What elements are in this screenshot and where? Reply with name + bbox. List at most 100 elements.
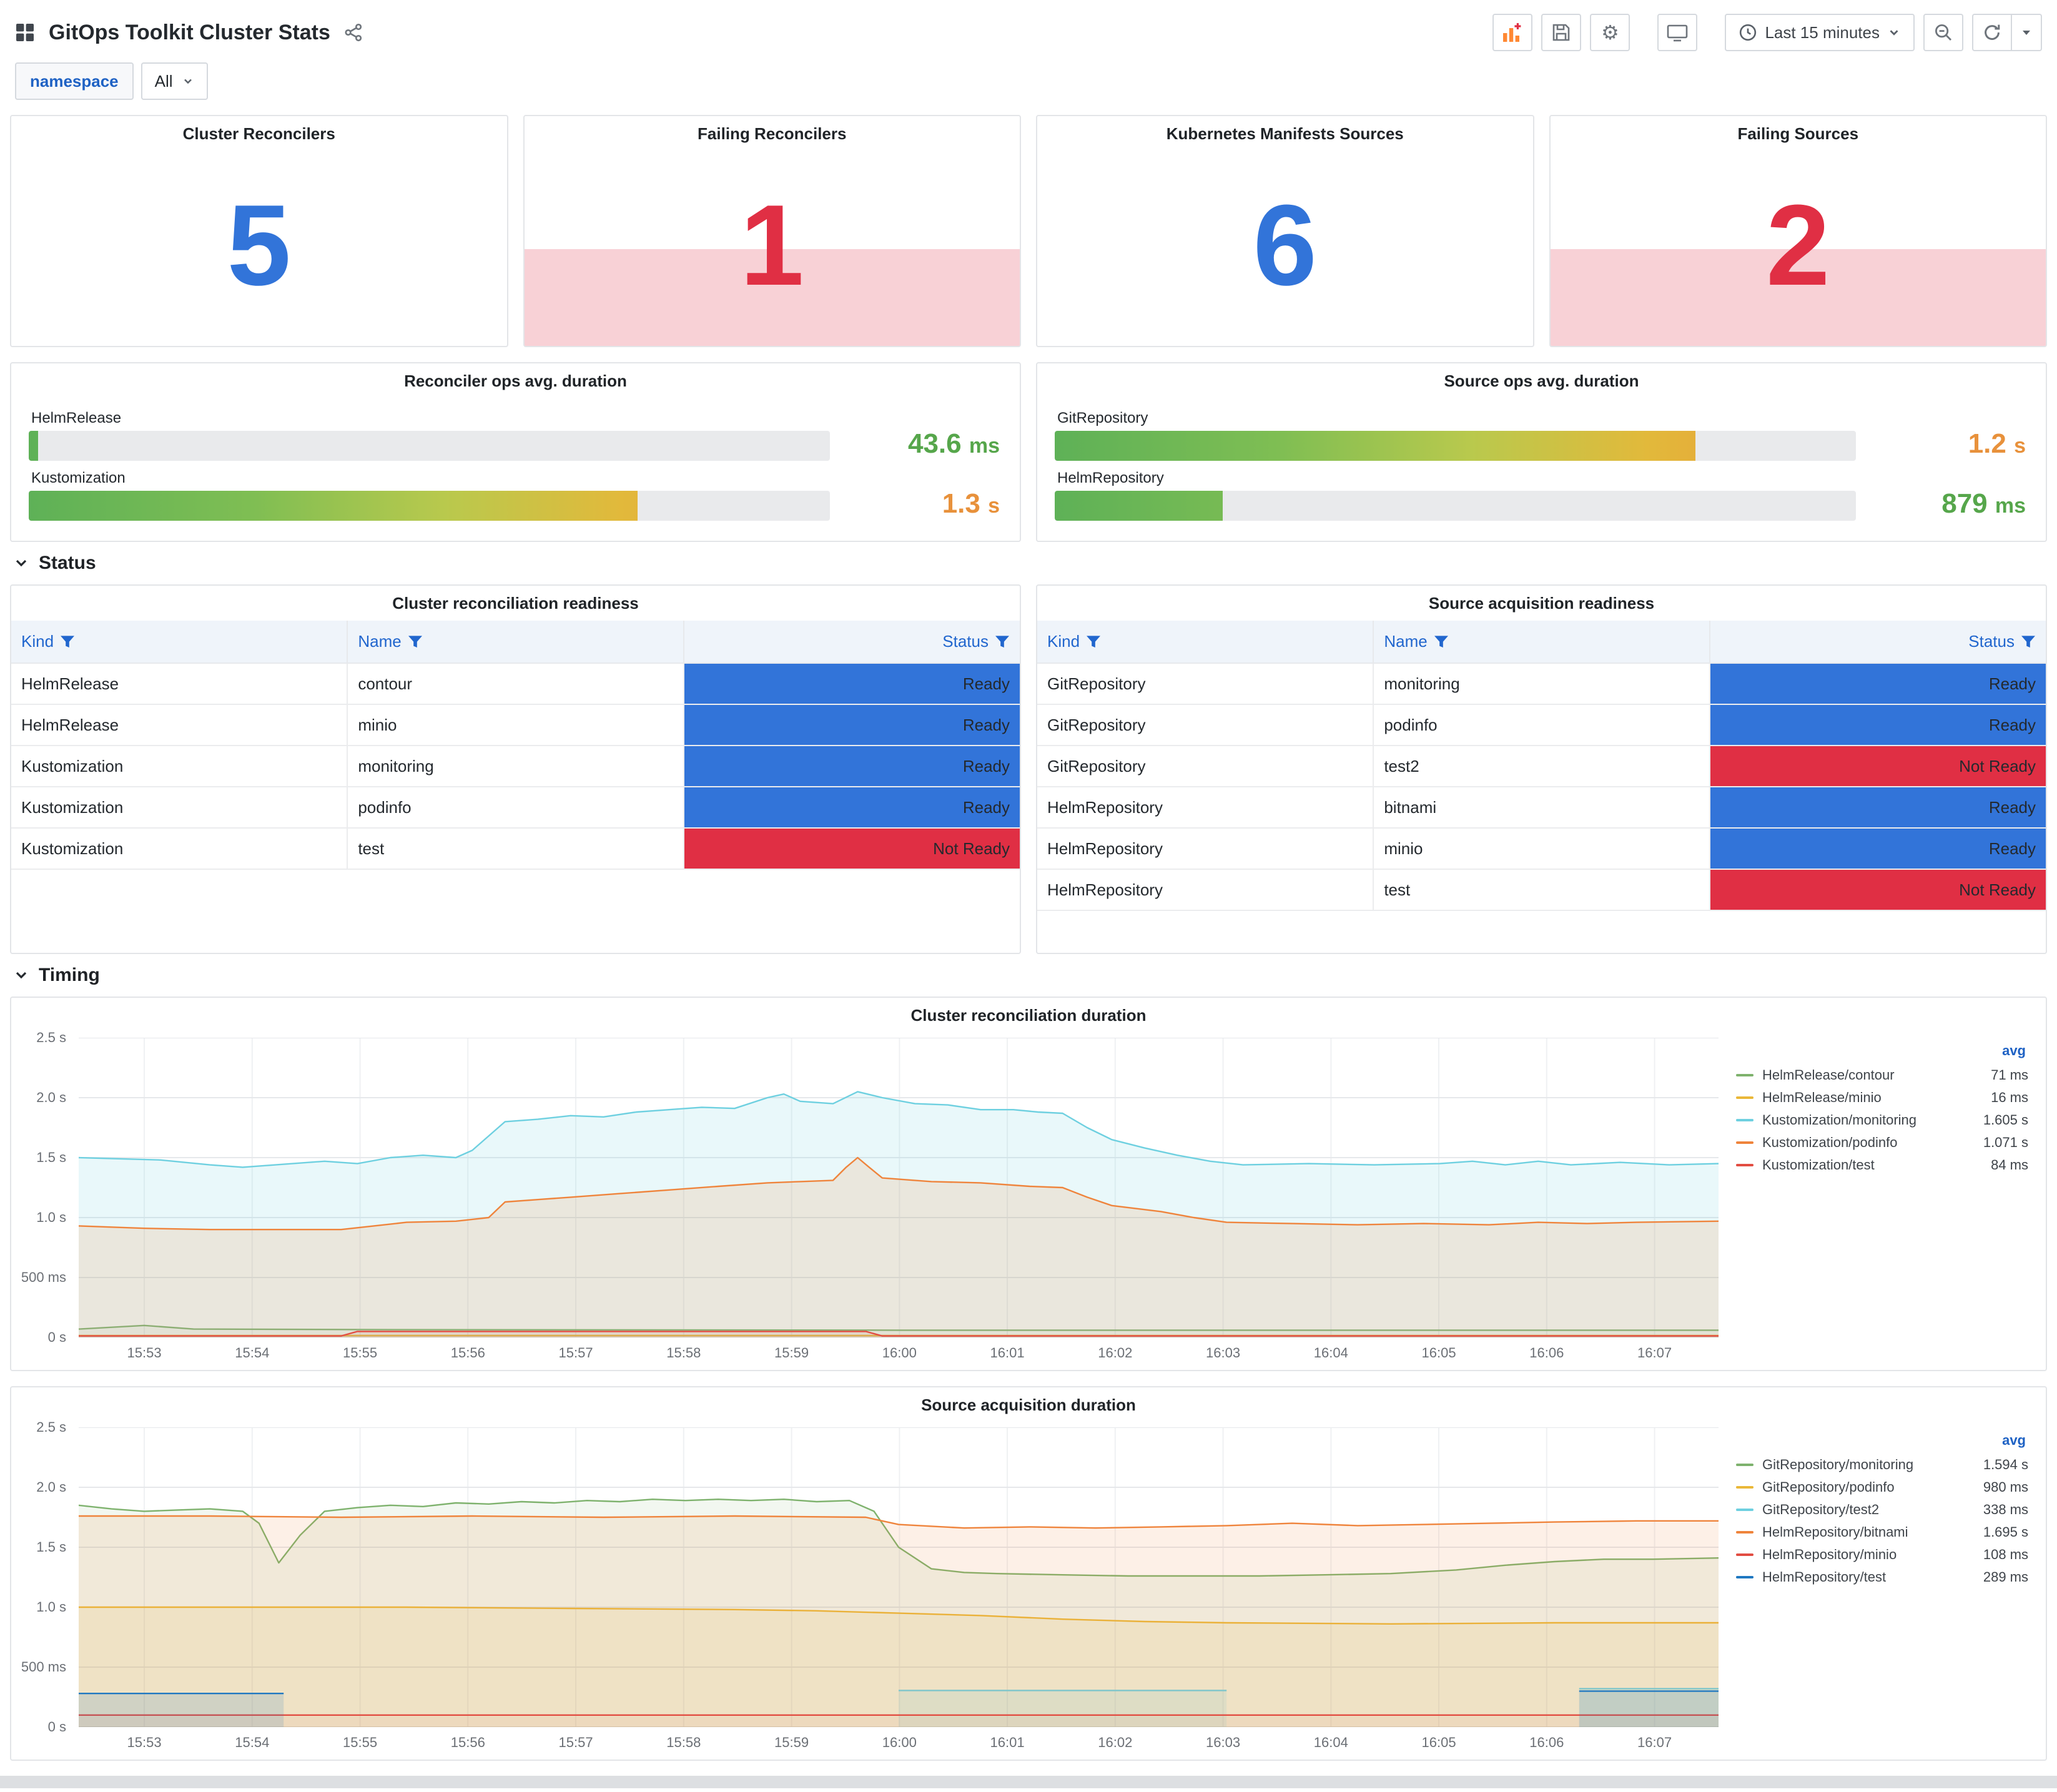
legend-series-swatch [1736, 1576, 1754, 1578]
legend-avg-header[interactable]: avg [1736, 1430, 2028, 1454]
chevron-down-icon [16, 559, 27, 567]
filter-icon[interactable] [60, 634, 75, 649]
x-tick-label: 15:56 [450, 1345, 485, 1361]
cell-status: Not Ready [683, 827, 1020, 870]
panel-title[interactable]: Cluster reconciliation readiness [11, 586, 1020, 621]
panel-title[interactable]: Kubernetes Manifests Sources [1037, 116, 1533, 151]
column-header-kind[interactable]: Kind [1037, 621, 1374, 664]
legend-item[interactable]: Kustomization/monitoring 1.605 s [1736, 1109, 2028, 1131]
column-header-kind[interactable]: Kind [11, 621, 348, 664]
legend-item[interactable]: HelmRelease/minio 16 ms [1736, 1086, 2028, 1109]
y-tick-label: 1.0 s [36, 1599, 66, 1615]
legend-series-avg: 980 ms [1983, 1479, 2028, 1495]
cell-status: Ready [683, 745, 1020, 787]
x-tick-label: 15:54 [235, 1735, 270, 1750]
legend-series-avg: 338 ms [1983, 1502, 2028, 1517]
variable-value-dropdown[interactable]: All [141, 62, 208, 100]
legend-series-swatch [1736, 1096, 1754, 1099]
filter-icon[interactable] [1434, 634, 1449, 649]
column-header-status[interactable]: Status [683, 621, 1020, 664]
grafana-dashboard: GitOps Toolkit Cluster Stats ⚙ Last 15 m… [0, 0, 2057, 1788]
legend-item[interactable]: HelmRepository/minio 108 ms [1736, 1543, 2028, 1566]
table-row: HelmRelease contour Ready [11, 662, 1020, 705]
panel-title[interactable]: Cluster Reconcilers [11, 116, 507, 151]
filter-icon[interactable] [408, 634, 423, 649]
panel-title[interactable]: Failing Sources [1551, 116, 2046, 151]
time-range-picker[interactable]: Last 15 minutes [1725, 14, 1915, 51]
table-row: HelmRepository minio Ready [1037, 827, 2046, 870]
gauge-fill [1055, 431, 1696, 461]
legend-series-avg: 1.071 s [1983, 1135, 2028, 1150]
legend-series-name: HelmRepository/bitnami [1762, 1524, 1908, 1540]
legend-item[interactable]: Kustomization/podinfo 1.071 s [1736, 1131, 2028, 1154]
timeseries-svg [79, 1038, 1719, 1337]
zoom-out-time-button[interactable] [1923, 14, 1963, 51]
x-tick-label: 16:02 [1098, 1735, 1133, 1750]
filter-icon[interactable] [2021, 634, 2036, 649]
legend-item[interactable]: HelmRepository/test 289 ms [1736, 1566, 2028, 1588]
share-icon[interactable] [344, 23, 363, 42]
apps-grid-icon[interactable] [15, 22, 35, 42]
chevron-down-icon [1890, 30, 1898, 36]
section-header-status[interactable]: Status [10, 542, 2047, 584]
filter-icon[interactable] [995, 634, 1010, 649]
section-header-timing[interactable]: Timing [10, 954, 2047, 997]
refresh-icon [1985, 24, 2000, 40]
panel-title[interactable]: Source acquisition readiness [1037, 586, 2046, 621]
y-tick-label: 1.5 s [36, 1150, 66, 1165]
panel-title[interactable]: Source ops avg. duration [1037, 363, 2046, 398]
gauge-body: GitRepository 1.2 s HelmRepository 879 ms [1037, 398, 2046, 533]
chevron-down-icon [16, 972, 27, 979]
section-label: Timing [39, 965, 100, 985]
y-tick-label: 0 s [47, 1329, 66, 1345]
cell-kind: HelmRelease [11, 704, 348, 746]
legend-item[interactable]: Kustomization/test 84 ms [1736, 1154, 2028, 1176]
cell-kind: Kustomization [11, 827, 348, 870]
x-tick-label: 16:01 [990, 1345, 1025, 1361]
refresh-interval-dropdown[interactable] [2012, 14, 2042, 51]
column-header-name[interactable]: Name [1373, 621, 1710, 664]
legend-series-name: GitRepository/monitoring [1762, 1457, 1914, 1472]
legend-item[interactable]: GitRepository/test2 338 ms [1736, 1499, 2028, 1521]
y-tick-label: 0 s [47, 1719, 66, 1735]
panel-title[interactable]: Failing Reconcilers [525, 116, 1020, 151]
x-tick-label: 15:53 [127, 1345, 162, 1361]
cell-name: minio [1373, 827, 1710, 870]
cell-kind: HelmRelease [11, 662, 348, 705]
legend-series-name: HelmRepository/test [1762, 1569, 1887, 1585]
search-minus-icon [1935, 24, 1951, 41]
filter-icon[interactable] [1086, 634, 1101, 649]
panel-title[interactable]: Source acquisition duration [11, 1387, 2046, 1422]
y-tick-label: 500 ms [21, 1659, 66, 1675]
cell-name: monitoring [347, 745, 684, 787]
cell-status: Ready [683, 704, 1020, 746]
add-panel-button[interactable] [1492, 14, 1533, 51]
gauge-track [29, 491, 830, 521]
refresh-button[interactable] [1972, 14, 2012, 51]
save-dashboard-button[interactable] [1541, 14, 1582, 51]
cell-name: contour [347, 662, 684, 705]
cell-status: Ready [1709, 704, 2046, 746]
x-tick-label: 16:03 [1206, 1735, 1241, 1750]
legend-avg-header[interactable]: avg [1736, 1040, 2028, 1064]
tv-kiosk-button[interactable] [1657, 14, 1698, 51]
legend-series-name: Kustomization/test [1762, 1157, 1875, 1173]
y-tick-label: 2.0 s [36, 1479, 66, 1495]
legend-item[interactable]: GitRepository/monitoring 1.594 s [1736, 1454, 2028, 1476]
legend-item[interactable]: HelmRelease/contour 71 ms [1736, 1064, 2028, 1086]
plot-area[interactable] [79, 1038, 1719, 1337]
legend-item[interactable]: GitRepository/podinfo 980 ms [1736, 1476, 2028, 1499]
dashboard-title: GitOps Toolkit Cluster Stats [49, 20, 330, 44]
stat-panel-cluster-reconcilers: Cluster Reconcilers 5 [10, 115, 508, 347]
panel-title[interactable]: Cluster reconciliation duration [11, 998, 2046, 1033]
dashboard-settings-button[interactable]: ⚙ [1590, 14, 1630, 51]
column-header-name[interactable]: Name [347, 621, 684, 664]
legend-series-swatch [1736, 1164, 1754, 1166]
gauge-value: 1.3 s [942, 488, 1000, 519]
gauge-fill [29, 431, 39, 461]
plot-area[interactable] [79, 1427, 1719, 1727]
x-tick-label: 15:59 [774, 1735, 809, 1750]
panel-title[interactable]: Reconciler ops avg. duration [11, 363, 1020, 398]
column-header-status[interactable]: Status [1709, 621, 2046, 664]
legend-item[interactable]: HelmRepository/bitnami 1.695 s [1736, 1521, 2028, 1543]
